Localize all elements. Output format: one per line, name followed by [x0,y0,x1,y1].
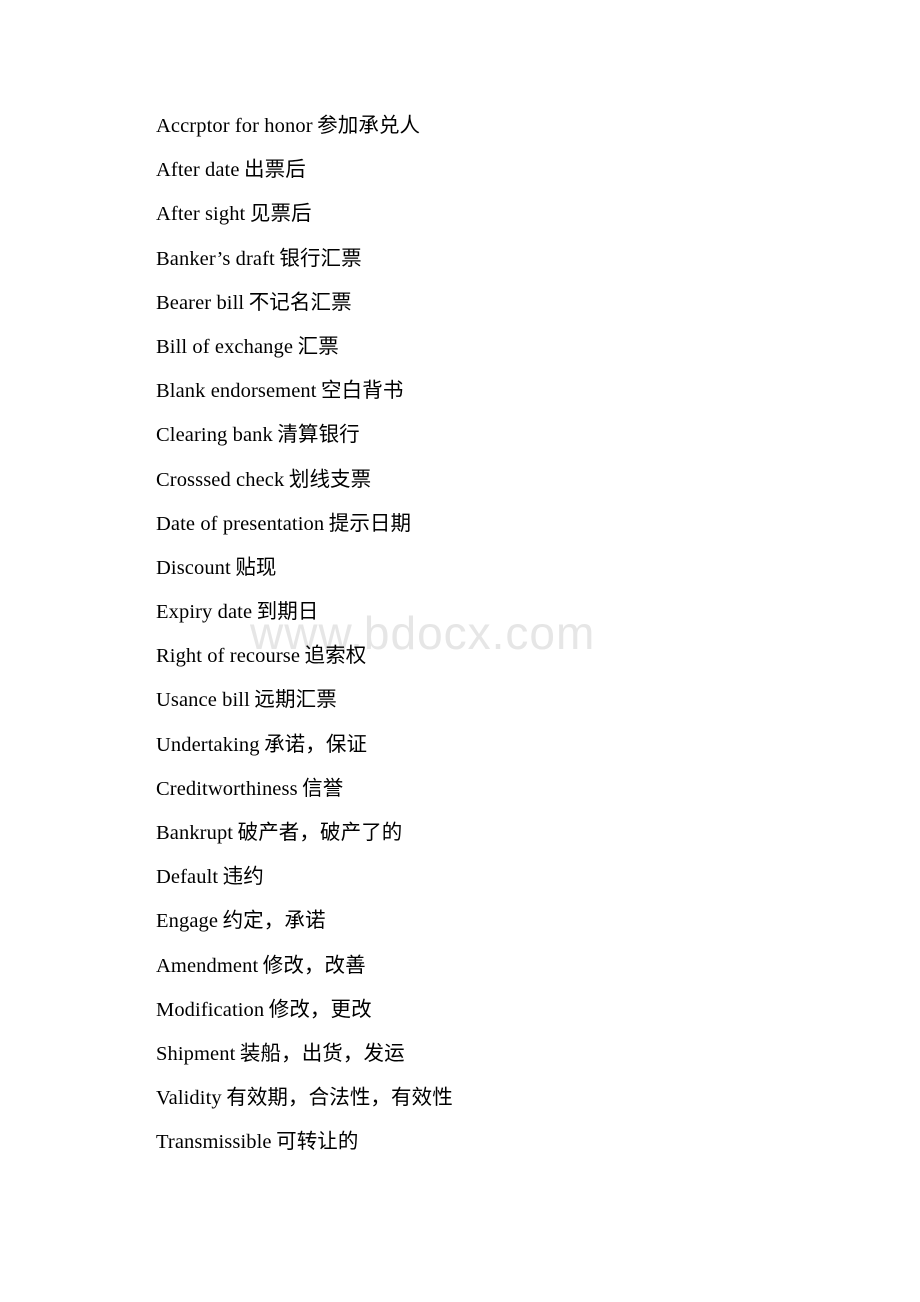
glossary-term: Clearing bank [156,424,273,447]
glossary-entry: Default 违约 [156,855,880,899]
glossary-entry: Bearer bill 不记名汇票 [156,281,880,325]
glossary-gloss: 空白背书 [321,380,404,403]
glossary-term: Transmissible [156,1131,272,1154]
glossary-entry: Modification 修改，更改 [156,988,880,1032]
glossary-term: Banker’s draft [156,247,275,270]
glossary-term: Shipment [156,1042,236,1065]
glossary-term: Blank endorsement [156,380,317,403]
glossary-gloss: 承诺，保证 [264,733,368,756]
glossary-entry: Creditworthiness 信誉 [156,767,880,811]
glossary-term: Discount [156,556,231,579]
glossary-entry: After date 出票后 [156,148,880,192]
glossary-gloss: 远期汇票 [254,689,337,712]
glossary-term: Expiry date [156,601,253,624]
glossary-term: After date [156,159,240,182]
glossary-entry: Discount 贴现 [156,546,880,590]
glossary-term: Accrptor for honor [156,115,313,137]
glossary-entry: Bankrupt 破产者，破产了的 [156,811,880,855]
glossary-entry: Usance bill 远期汇票 [156,678,880,722]
glossary-term: Bearer bill [156,291,245,314]
glossary-gloss: 贴现 [235,556,277,579]
glossary-entry: Right of recourse 追索权 [156,634,880,678]
glossary-gloss: 不记名汇票 [248,291,352,314]
glossary-entry: Banker’s draft 银行汇票 [156,237,880,281]
glossary-gloss: 破产者，破产了的 [237,822,403,844]
glossary-term: Modification [156,998,265,1021]
glossary-gloss: 违约 [222,866,264,889]
glossary-entry: Validity 有效期，合法性，有效性 [156,1076,880,1120]
glossary-gloss: 参加承兑人 [317,115,421,137]
glossary-entry: Clearing bank 清算银行 [156,413,880,457]
glossary-gloss: 修改，改善 [262,954,366,977]
glossary-term: Usance bill [156,689,250,712]
glossary-entry: Bill of exchange 汇票 [156,325,880,369]
glossary-gloss: 出票后 [244,159,306,182]
glossary-gloss: 装船，出货，发运 [239,1042,405,1065]
glossary-gloss: 划线支票 [288,468,372,491]
glossary-entry: Transmissible 可转让的 [156,1120,880,1164]
glossary-entry: Expiry date 到期日 [156,590,880,634]
glossary-gloss: 可转让的 [276,1131,359,1154]
glossary-gloss: 提示日期 [328,512,412,535]
glossary-term: Date of presentation [156,512,325,535]
glossary-term: Amendment [156,954,259,977]
glossary-term: Undertaking [156,733,260,756]
glossary-entry: Accrptor for honor 参加承兑人 [156,104,880,148]
glossary-gloss: 约定，承诺 [222,910,326,933]
document-page: www.bdocx.com Accrptor for honor 参加承兑人 Aft… [0,0,920,1302]
glossary-entry: Date of presentation 提示日期 [156,502,880,546]
glossary-gloss: 信誉 [302,777,344,800]
glossary-term: Default [156,866,219,889]
glossary-gloss: 汇票 [297,335,339,358]
glossary-gloss: 银行汇票 [279,247,362,270]
glossary-gloss: 有效期，合法性，有效性 [226,1087,453,1110]
glossary-entry: Amendment 修改，改善 [156,944,880,988]
glossary-entry: Crosssed check 划线支票 [156,458,880,502]
glossary-entry: Undertaking 承诺，保证 [156,723,880,767]
glossary-term: Engage [156,910,219,933]
glossary-term: Bankrupt [156,822,234,844]
glossary-list: Accrptor for honor 参加承兑人 After date 出票后 Afte… [156,104,880,1165]
glossary-term: Crosssed check [156,468,285,491]
glossary-gloss: 修改，更改 [268,998,372,1021]
glossary-entry: Engage 约定，承诺 [156,899,880,943]
glossary-gloss: 清算银行 [277,424,360,447]
glossary-term: After sight [156,203,246,226]
glossary-term: Bill of exchange [156,335,294,358]
glossary-gloss: 到期日 [256,601,319,624]
glossary-gloss: 见票后 [249,203,312,226]
glossary-term: Validity [156,1087,222,1110]
glossary-entry: Shipment 装船，出货，发运 [156,1032,880,1076]
glossary-entry: Blank endorsement 空白背书 [156,369,880,413]
glossary-gloss: 追索权 [304,645,367,668]
glossary-entry: After sight 见票后 [156,192,880,236]
glossary-term: Creditworthiness [156,777,298,800]
glossary-term: Right of recourse [156,645,301,668]
